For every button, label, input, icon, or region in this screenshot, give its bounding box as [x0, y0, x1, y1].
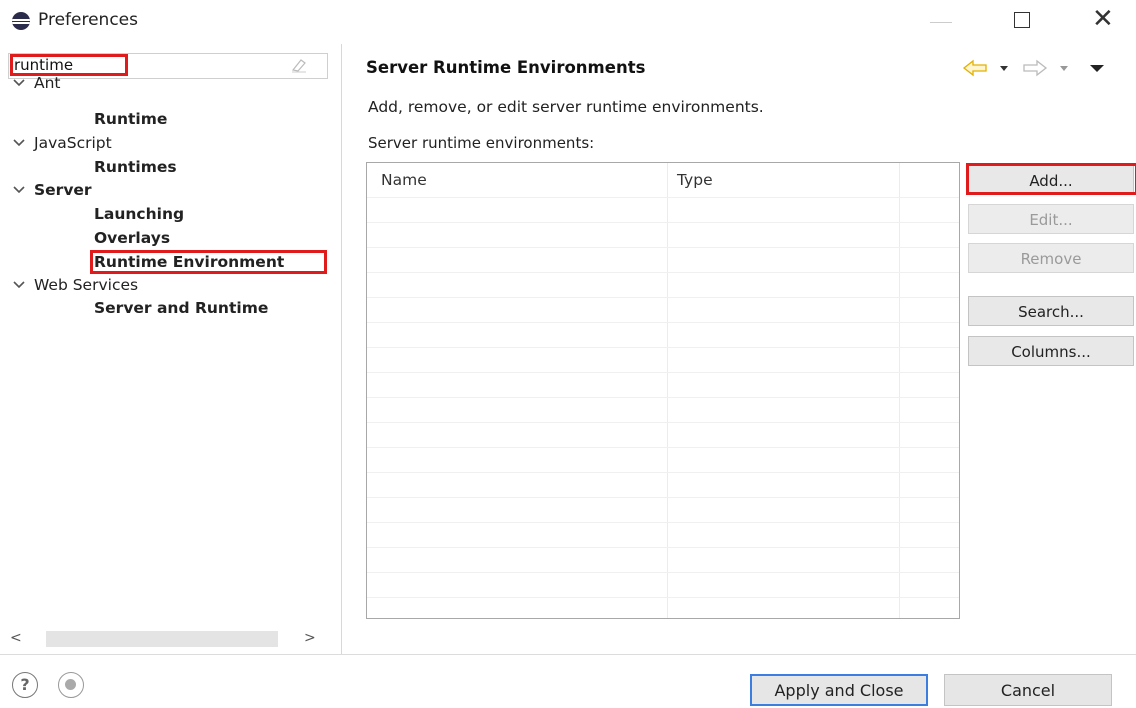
- columns-button[interactable]: Columns...: [968, 336, 1134, 366]
- tree-item-label: Ant: [34, 74, 61, 92]
- page-title: Server Runtime Environments: [366, 58, 646, 77]
- list-label: Server runtime environments:: [368, 134, 595, 152]
- search-button[interactable]: Search...: [968, 296, 1134, 326]
- column-divider[interactable]: [899, 163, 900, 618]
- tree-item-launching[interactable]: Launching: [94, 205, 184, 223]
- table-row-line: [367, 447, 959, 448]
- table-row-line: [367, 572, 959, 573]
- table-row-line: [367, 197, 959, 198]
- tree-item-label: Server: [34, 181, 92, 199]
- table-row-line: [367, 297, 959, 298]
- help-icon[interactable]: ?: [12, 672, 38, 698]
- table-row-line: [367, 322, 959, 323]
- scroll-right-icon[interactable]: >: [304, 630, 316, 646]
- chevron-down-icon[interactable]: [12, 135, 26, 149]
- filter-highlight: [10, 54, 128, 76]
- selection-highlight: [90, 250, 327, 274]
- page-description: Add, remove, or edit server runtime envi…: [368, 98, 764, 116]
- window-title: Preferences: [38, 10, 138, 30]
- tree-item-js-runtimes[interactable]: Runtimes: [94, 158, 177, 176]
- maximize-button[interactable]: [1014, 12, 1030, 28]
- table-row-line: [367, 272, 959, 273]
- title-bar: [0, 0, 1136, 44]
- column-header-name[interactable]: Name: [381, 171, 427, 189]
- table-row-line: [367, 597, 959, 598]
- navigation-controls: [962, 59, 1104, 77]
- table-row-line: [367, 372, 959, 373]
- close-button[interactable]: ✕: [1092, 4, 1114, 34]
- table-row-line: [367, 522, 959, 523]
- runtime-table[interactable]: Name Type: [366, 162, 960, 619]
- horizontal-scrollbar-thumb[interactable]: [46, 631, 278, 647]
- eclipse-icon: [12, 12, 30, 30]
- scroll-left-icon[interactable]: <: [10, 630, 22, 646]
- cancel-button[interactable]: Cancel: [944, 674, 1112, 706]
- minimize-button[interactable]: [930, 10, 956, 34]
- tree-item-server[interactable]: Server: [12, 181, 92, 199]
- add-button-highlight: [966, 163, 1136, 195]
- table-row-line: [367, 347, 959, 348]
- column-divider[interactable]: [667, 163, 668, 618]
- table-row-line: [367, 397, 959, 398]
- view-menu-icon[interactable]: [1090, 65, 1104, 72]
- tree-item-javascript[interactable]: JavaScript: [12, 134, 112, 152]
- tree-item-ant-runtime[interactable]: Runtime: [94, 110, 167, 128]
- table-row-line: [367, 222, 959, 223]
- tree-item-server-and-runtime[interactable]: Server and Runtime: [94, 299, 268, 317]
- remove-button[interactable]: Remove: [968, 243, 1134, 273]
- chevron-down-icon[interactable]: [12, 277, 26, 291]
- panel-divider[interactable]: [341, 44, 342, 654]
- forward-arrow-icon[interactable]: [1023, 59, 1048, 77]
- footer-divider: [0, 654, 1136, 655]
- tree-item-label: JavaScript: [34, 134, 112, 152]
- back-arrow-icon[interactable]: [962, 59, 987, 77]
- chevron-down-icon[interactable]: [12, 182, 26, 196]
- tree-item-overlays[interactable]: Overlays: [94, 229, 170, 247]
- tree-item-web-services[interactable]: Web Services: [12, 276, 138, 294]
- tree-item-label: Web Services: [34, 276, 139, 294]
- table-row-line: [367, 497, 959, 498]
- table-row-line: [367, 547, 959, 548]
- apply-and-close-button[interactable]: Apply and Close: [750, 674, 928, 706]
- edit-button[interactable]: Edit...: [968, 204, 1134, 234]
- column-header-type[interactable]: Type: [677, 171, 713, 189]
- table-row-line: [367, 247, 959, 248]
- table-row-line: [367, 472, 959, 473]
- clear-filter-icon[interactable]: [290, 57, 308, 73]
- record-icon[interactable]: [58, 672, 84, 698]
- forward-dropdown-icon[interactable]: [1060, 66, 1068, 71]
- table-row-line: [367, 422, 959, 423]
- back-dropdown-icon[interactable]: [1000, 66, 1008, 71]
- chevron-down-icon[interactable]: [12, 75, 26, 89]
- tree-item-ant[interactable]: Ant: [12, 74, 61, 92]
